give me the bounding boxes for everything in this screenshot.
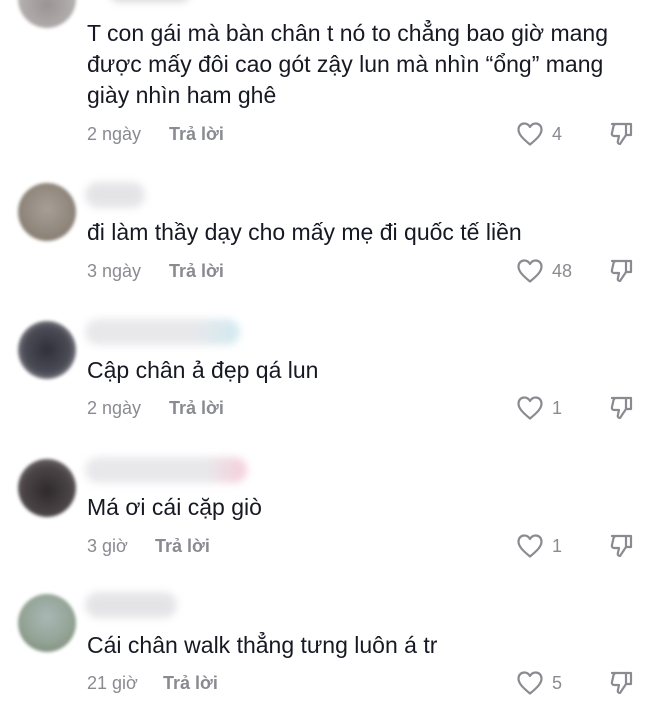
thumbs-down-outline-icon (610, 122, 633, 146)
heart-outline-icon (517, 534, 543, 558)
like-count: 48 (552, 260, 573, 281)
comment-time: 3 giờ (87, 535, 128, 556)
thumbs-down-outline-icon (610, 259, 633, 283)
comment-time: 2 ngày (87, 397, 142, 418)
comment-text: Cập chân ả đẹp qá lun (87, 357, 319, 383)
comment-meta: 3 ngày Trả lời (87, 258, 224, 284)
like-count: 4 (552, 123, 563, 144)
comment-text: đi làm thầy dạy cho mấy mẹ đi quốc tế li… (87, 219, 522, 245)
heart-outline-icon (517, 122, 543, 146)
like-count: 5 (552, 672, 563, 693)
avatar[interactable] (18, 183, 76, 241)
avatar[interactable] (18, 0, 76, 28)
like-count: 1 (552, 535, 563, 556)
comment-meta: 2 ngày Trả lời (87, 395, 224, 421)
heart-outline-icon (517, 671, 543, 695)
reply-button[interactable]: Trả lời (169, 261, 224, 282)
comment-meta: 3 giờ Trả lời (87, 533, 210, 559)
comment-meta: 2 ngày Trả lời (87, 121, 224, 147)
avatar[interactable] (18, 321, 76, 379)
username-blurred[interactable] (85, 319, 240, 345)
like-count: 1 (552, 397, 563, 418)
dislike-button[interactable] (608, 257, 636, 290)
thumbs-down-outline-icon (610, 534, 633, 558)
comment-text: Má ơi cái cặp giò (87, 494, 262, 520)
thumbs-down-outline-icon (610, 671, 633, 695)
dislike-button[interactable] (608, 532, 636, 565)
reply-button[interactable]: Trả lời (169, 124, 224, 145)
dislike-button[interactable] (608, 669, 636, 702)
comment-text: T con gái mà bàn chân t nó to chẳng bao … (87, 20, 609, 108)
comment-text: Cái chân walk thẳng tưng luôn á tr (87, 632, 438, 658)
comment-time: 2 ngày (87, 123, 142, 144)
username-blurred[interactable] (85, 592, 177, 618)
like-button[interactable]: 48 (516, 257, 572, 285)
reply-button[interactable]: Trả lời (163, 673, 218, 694)
like-button[interactable]: 1 (516, 394, 562, 422)
dislike-button[interactable] (608, 394, 636, 427)
comment-meta: 21 giờ Trả lời (87, 670, 218, 696)
heart-outline-icon (517, 396, 543, 420)
reply-button[interactable]: Trả lời (169, 398, 224, 419)
username-blurred[interactable] (85, 457, 247, 483)
username-blurred[interactable] (85, 182, 145, 208)
reply-button[interactable]: Trả lời (155, 536, 210, 557)
comment-time: 3 ngày (87, 260, 142, 281)
heart-outline-icon (517, 259, 543, 283)
like-button[interactable]: 4 (516, 120, 562, 148)
avatar[interactable] (18, 594, 76, 652)
like-button[interactable]: 5 (516, 669, 562, 697)
comment-time: 21 giờ (87, 672, 138, 693)
thumbs-down-outline-icon (610, 396, 633, 420)
username-blurred[interactable] (110, 0, 190, 2)
dislike-button[interactable] (608, 120, 636, 153)
like-button[interactable]: 1 (516, 532, 562, 560)
avatar[interactable] (18, 459, 76, 517)
